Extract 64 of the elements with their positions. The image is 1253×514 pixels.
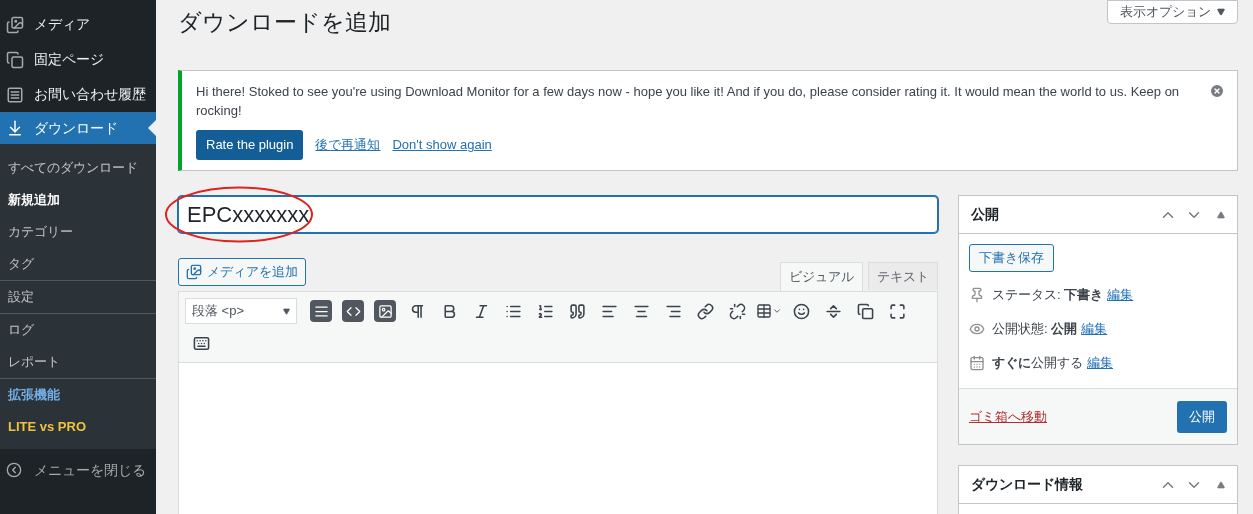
quote-icon[interactable] — [568, 302, 586, 320]
collapse-icon[interactable] — [1217, 480, 1225, 489]
submenu-item[interactable]: 拡張機能 — [0, 379, 156, 411]
format-select[interactable]: 段落 <p> — [185, 298, 297, 324]
caret-icon — [283, 307, 290, 315]
edit-link[interactable]: 編集 — [1087, 353, 1113, 373]
publish-button[interactable]: 公開 — [1177, 400, 1227, 433]
submenu-item[interactable]: すべてのダウンロード — [0, 152, 156, 184]
media-icon — [6, 15, 24, 34]
trash-link[interactable]: ゴミ箱へ移動 — [969, 406, 1047, 427]
submenu-item[interactable]: LITE vs PRO — [0, 411, 156, 443]
submenu-item[interactable]: レポート — [0, 346, 156, 378]
status-text: 公開状態: 公開 — [992, 320, 1078, 339]
title-field[interactable]: EPCxxxxxxx — [178, 196, 938, 233]
pages-icon — [6, 50, 24, 69]
unlink-icon[interactable] — [728, 302, 746, 320]
smiley-icon[interactable] — [792, 302, 810, 320]
menu-item[interactable]: 固定ページ — [0, 42, 156, 77]
notice-link[interactable]: Don't show again — [392, 135, 492, 155]
notice-link[interactable]: 後で再通知 — [315, 135, 381, 155]
submenu-item[interactable]: ログ — [0, 314, 156, 346]
image-icon[interactable] — [374, 300, 396, 322]
eye-icon — [969, 321, 985, 337]
collapse-menu-button[interactable]: メニューを閉じる — [0, 449, 156, 491]
caret-icon — [1217, 8, 1225, 16]
page-title: ダウンロードを追加 — [178, 8, 391, 37]
fullscreen-icon[interactable] — [888, 302, 906, 320]
collapse-icon — [6, 462, 22, 478]
table-icon[interactable] — [756, 303, 782, 319]
panel-title: 公開 — [971, 205, 999, 224]
link-icon[interactable] — [696, 302, 714, 320]
menu-item[interactable]: お問い合わせ履歴 — [0, 77, 156, 112]
rate-plugin-button[interactable]: Rate the plugin — [196, 130, 304, 160]
pin-icon — [969, 287, 985, 303]
close-icon[interactable] — [1209, 83, 1225, 99]
edit-link[interactable]: 編集 — [1107, 285, 1134, 305]
list-icon — [6, 85, 24, 104]
add-media-button[interactable]: メディアを追加 — [178, 258, 306, 286]
editor-tab[interactable]: ビジュアル — [780, 262, 863, 291]
code-icon[interactable] — [342, 300, 364, 322]
screen-options-button[interactable]: 表示オプション — [1107, 0, 1238, 24]
submenu-item[interactable]: タグ — [0, 248, 156, 280]
save-draft-button[interactable]: 下書き保存 — [969, 244, 1054, 272]
submenu-item[interactable]: カテゴリー — [0, 216, 156, 248]
keyboard-icon[interactable] — [192, 334, 210, 352]
read-more-icon[interactable] — [824, 302, 842, 320]
copy-icon[interactable] — [856, 302, 874, 320]
edit-link[interactable]: 編集 — [1081, 319, 1108, 339]
collapse-icon[interactable] — [1217, 210, 1225, 219]
panel-title: ダウンロード情報 — [971, 475, 1083, 494]
menu-item[interactable]: メディア — [0, 7, 156, 42]
toolbar-toggle-icon[interactable] — [310, 300, 332, 322]
editor-tab[interactable]: テキスト — [868, 262, 938, 290]
media-icon — [186, 264, 202, 280]
download-icon — [6, 119, 24, 137]
menu-item[interactable]: ダウンロード — [0, 112, 156, 144]
submenu-item[interactable]: 新規追加 — [0, 184, 156, 216]
notice-text: Hi there! Stoked to see you're using Download Monitor for a few days now - hope you like it! And if you do, please consider rating it. It would mean the world to us. Keep on rocking! — [196, 83, 1181, 120]
status-text: すぐに公開する — [992, 354, 1083, 373]
current-pointer-icon — [148, 120, 156, 136]
submenu-item[interactable]: 設定 — [0, 281, 156, 313]
status-text: ステータス: 下書き — [992, 286, 1104, 305]
numbered-list-icon[interactable] — [536, 302, 554, 320]
calendar-icon — [969, 355, 985, 371]
